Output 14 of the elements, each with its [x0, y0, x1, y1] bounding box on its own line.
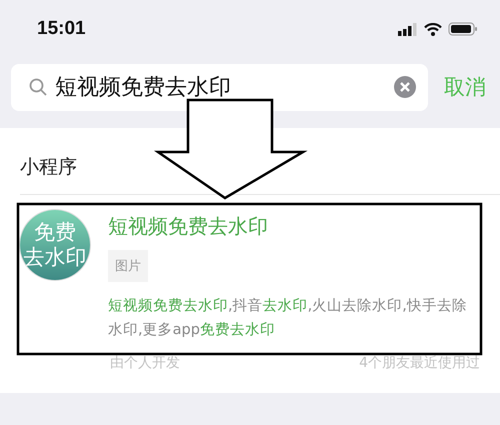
developer-label: 由个人开发 — [110, 354, 180, 372]
category-tag: 图片 — [108, 250, 148, 282]
cancel-button[interactable]: 取消 — [444, 73, 486, 101]
search-field[interactable]: 短视频免费去水印 — [11, 64, 428, 110]
status-time: 15:01 — [37, 18, 86, 40]
battery-icon — [448, 22, 478, 36]
app-logo[interactable]: 免费 去水印 — [20, 210, 90, 280]
clear-icon[interactable] — [394, 76, 416, 98]
result-title[interactable]: 短视频免费去水印 — [108, 213, 268, 240]
friends-used-label: 4个朋友最近使用过 — [359, 354, 480, 372]
result-description: 短视频免费去水印,抖音去水印,火山去除水印,快手去除水印,更多app免费去水印 — [108, 296, 468, 340]
wifi-icon — [424, 22, 442, 36]
search-icon — [29, 78, 47, 96]
signal-icon — [398, 22, 418, 36]
